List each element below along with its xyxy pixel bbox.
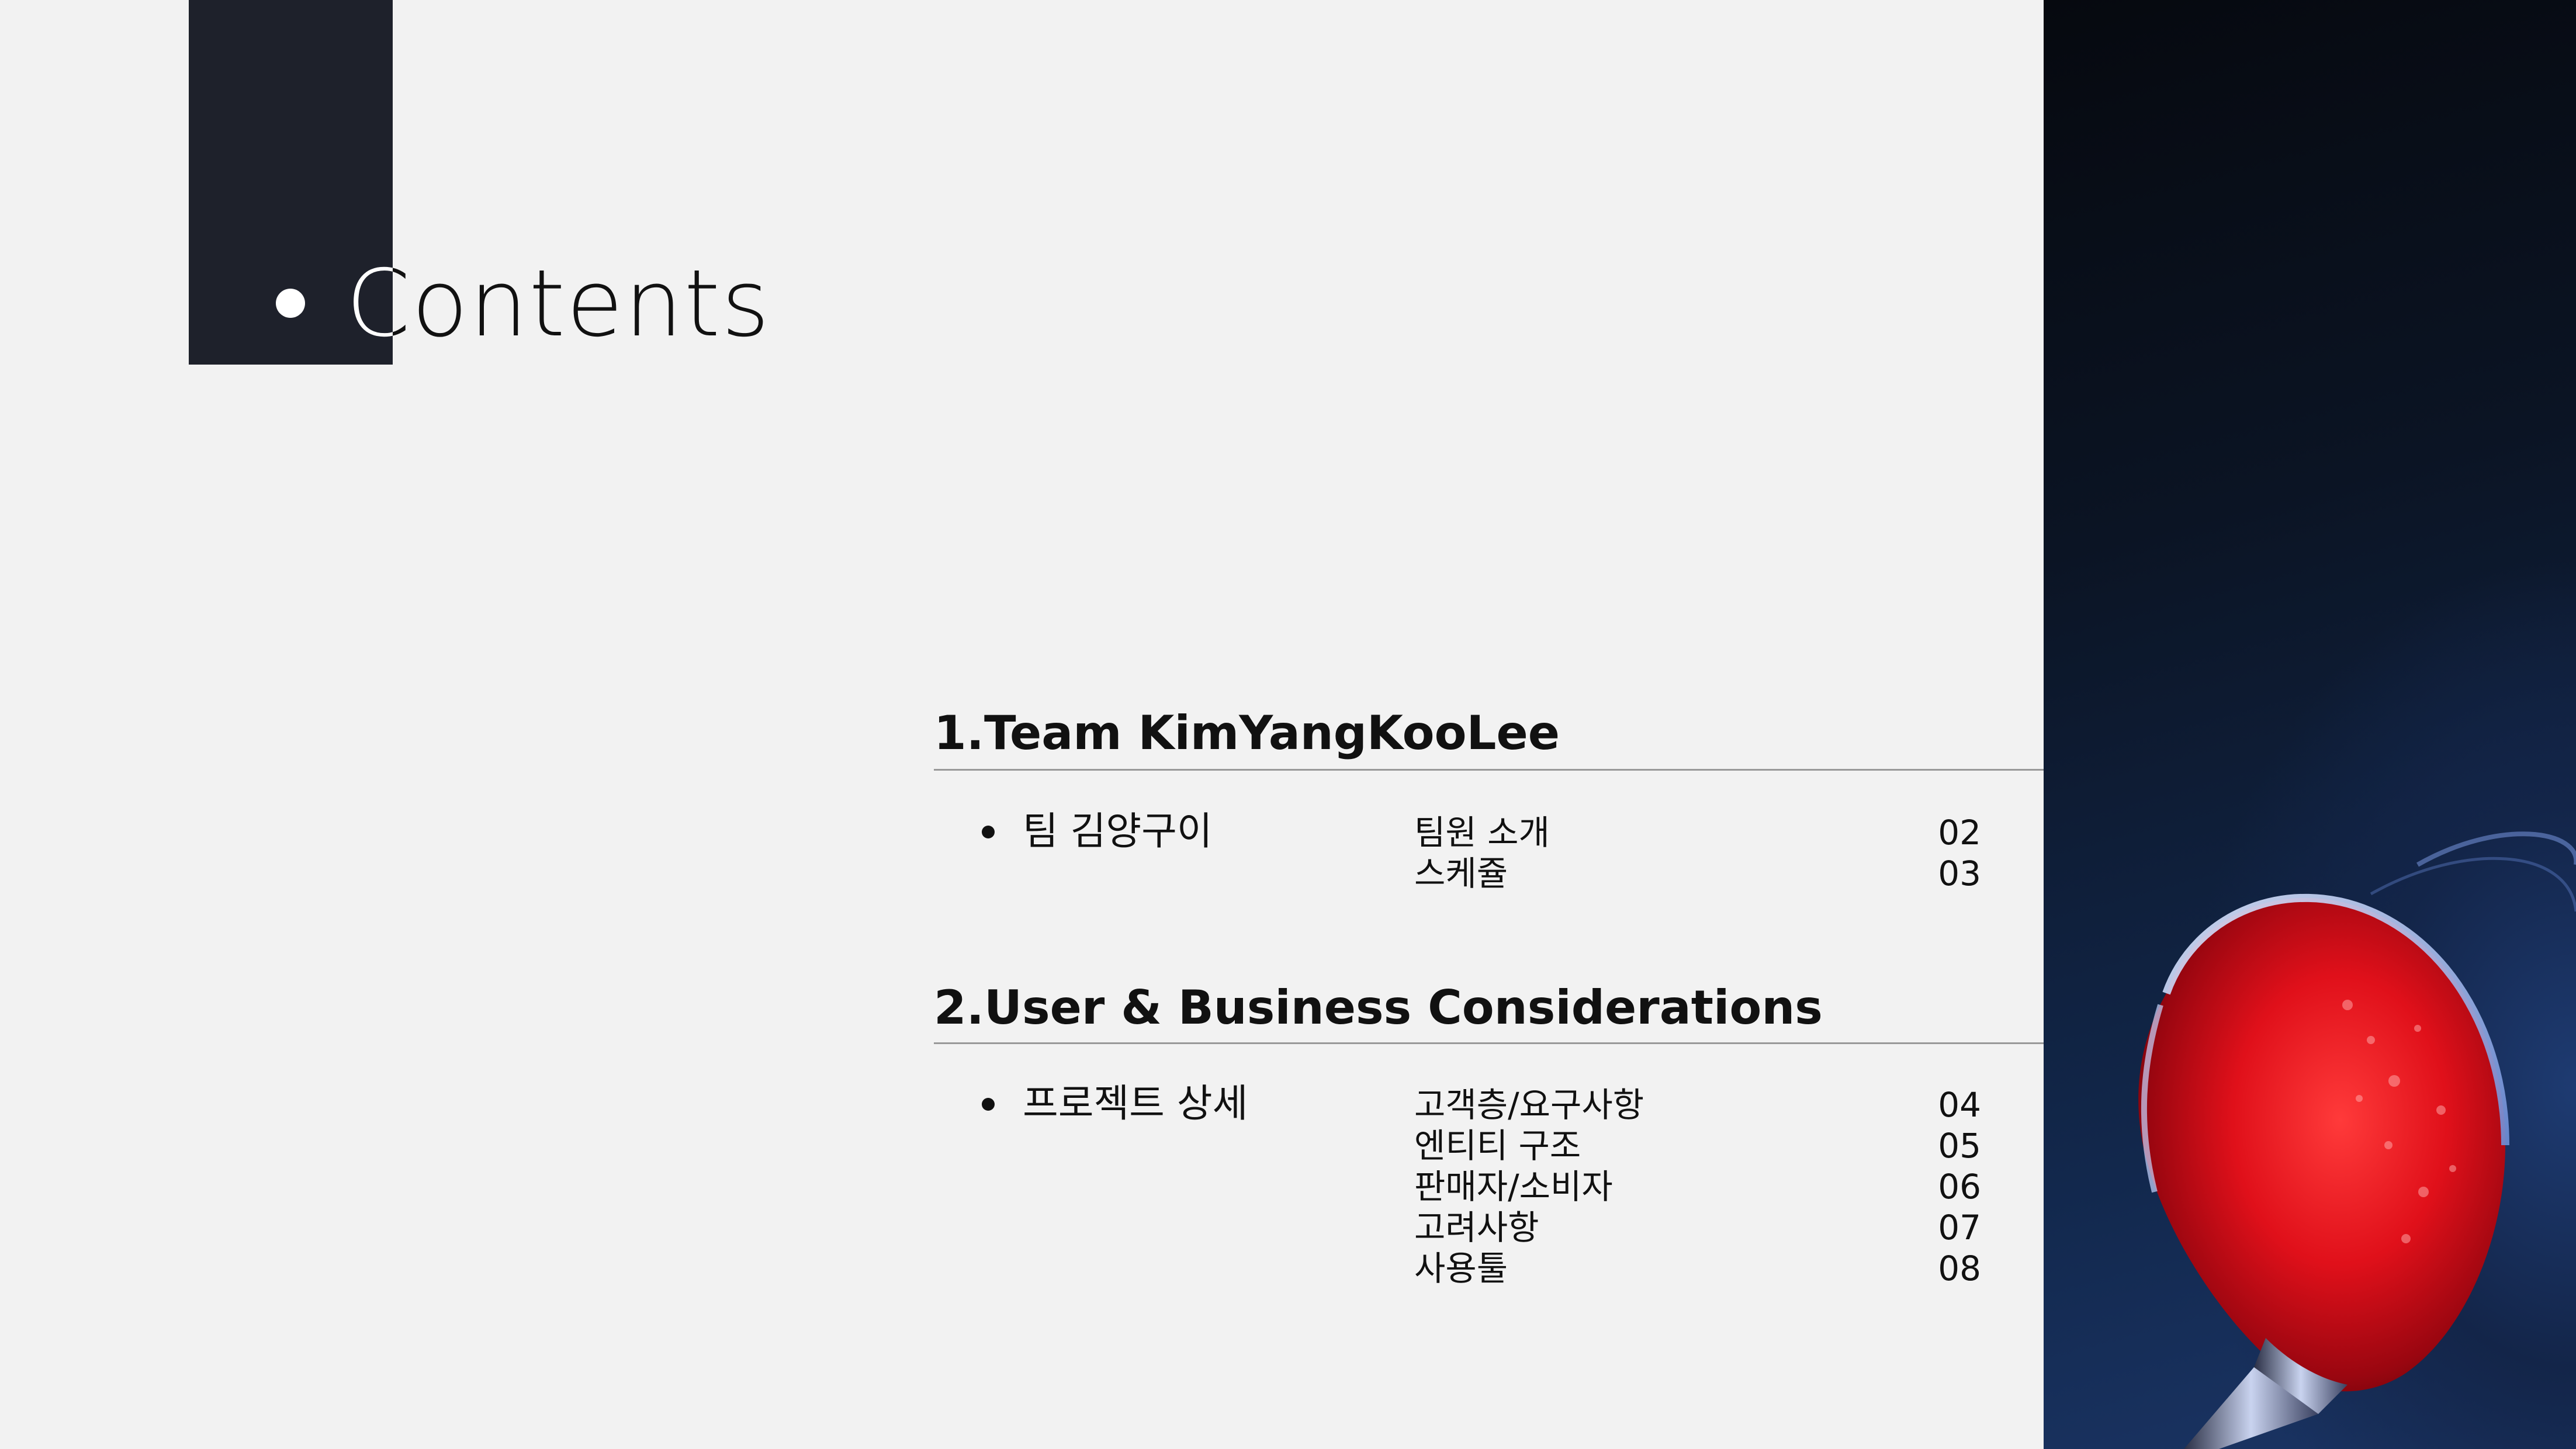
page-number: 04 [1938,1085,1981,1125]
wine-glass-illustration [2138,831,2576,1449]
page-title: Contents [346,234,771,374]
slide: Contents 1.Team KimYangKooLee 팀 김양구이 팀원 … [0,0,2576,1449]
page-number: 07 [1938,1208,1981,1247]
section-heading-1: 1.Team KimYangKooLee [934,706,1560,760]
list-item: 고려사항 [1414,1208,1539,1247]
title-bullet-icon [276,289,305,318]
page-number: 02 [1938,813,1981,852]
page-number-list-2: 04 05 06 07 08 [1928,1084,1981,1289]
list-item: 사용툴 [1414,1249,1508,1288]
page-number: 03 [1938,854,1981,893]
item-list-2: 고객층/요구사항 엔티티 구조 판매자/소비자 고려사항 사용툴 [1414,1084,1644,1289]
topic-bullet-icon [982,826,995,838]
topic-label-2: 프로젝트 상세 [1023,1081,1248,1126]
topic-label-1: 팀 김양구이 [1023,809,1213,854]
section-heading-2: 2.User & Business Considerations [934,980,1823,1035]
list-item: 판매자/소비자 [1414,1167,1613,1207]
list-item: 스케쥴 [1414,854,1508,893]
section-divider-2 [934,1042,2044,1044]
page-number-list-1: 02 03 [1928,812,1981,894]
topic-bullet-icon [982,1098,995,1111]
page-number: 05 [1938,1126,1981,1166]
section-divider-1 [934,769,2044,771]
list-item: 엔티티 구조 [1414,1126,1581,1166]
wine-glass-photo [2044,0,2576,1449]
item-list-1: 팀원 소개 스케쥴 [1414,812,1550,894]
list-item: 고객층/요구사항 [1414,1085,1644,1125]
page-number: 08 [1938,1249,1981,1288]
page-number: 06 [1938,1167,1981,1207]
list-item: 팀원 소개 [1414,813,1550,852]
